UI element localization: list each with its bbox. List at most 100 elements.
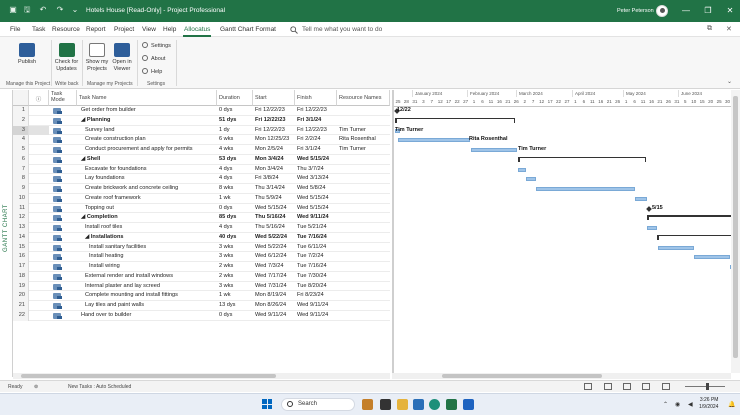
- row-id[interactable]: 16: [13, 252, 29, 262]
- task-name-cell[interactable]: Topping out: [77, 204, 217, 214]
- row-task-mode[interactable]: [49, 165, 77, 175]
- task-bar[interactable]: [518, 167, 526, 172]
- task-name-cell[interactable]: Install roof tiles: [77, 223, 217, 233]
- summary-bar[interactable]: [657, 234, 731, 239]
- row-info[interactable]: [29, 125, 49, 136]
- resource-cell[interactable]: [337, 252, 390, 262]
- team-planner-view-icon[interactable]: [623, 383, 631, 390]
- row-id[interactable]: 7: [13, 164, 29, 175]
- table-row[interactable]: 11 Topping out 0 dys Wed 5/15/24 Wed 5/15/24: [13, 203, 390, 214]
- row-id[interactable]: 20: [13, 291, 29, 301]
- row-info[interactable]: [29, 272, 49, 282]
- grid-scroll-thumb[interactable]: [21, 374, 276, 378]
- duration-cell[interactable]: 1 wk: [217, 291, 253, 301]
- row-info[interactable]: [29, 243, 49, 253]
- gantt-view-icon[interactable]: [584, 383, 592, 390]
- menu-file[interactable]: File: [10, 26, 20, 33]
- summary-bar[interactable]: [395, 117, 515, 122]
- task-name-cell[interactable]: Install sanitary facilities: [77, 243, 217, 253]
- save-icon[interactable]: 🖫: [22, 5, 32, 15]
- zoom-slider[interactable]: [685, 386, 725, 387]
- row-id[interactable]: 18: [13, 271, 29, 282]
- table-row[interactable]: 16 Install heating 3 wks Wed 6/12/24 Tue 7/2…: [13, 252, 390, 262]
- row-task-mode[interactable]: [49, 204, 77, 214]
- outlook-icon[interactable]: [463, 399, 474, 410]
- row-info[interactable]: [29, 262, 49, 272]
- gantt-horizontal-scrollbar[interactable]: [392, 373, 731, 379]
- task-name-cell[interactable]: ◢ Installations: [77, 233, 217, 243]
- table-row[interactable]: 4 Create construction plan 6 wks Mon 12/25/…: [13, 135, 390, 145]
- table-row[interactable]: 17 Install wiring 2 wks Wed 7/3/24 Tue 7/16/…: [13, 262, 390, 272]
- table-row[interactable]: 3 Survey land 1 dy Fri 12/22/23 Fri 12/22/23…: [13, 125, 390, 136]
- task-bar[interactable]: [694, 255, 730, 260]
- redo-icon[interactable]: ↷: [55, 5, 65, 15]
- taskbar-search[interactable]: Search: [281, 398, 355, 411]
- duration-cell[interactable]: 1 dy: [217, 126, 253, 136]
- row-id[interactable]: 14: [13, 232, 29, 243]
- task-name-cell[interactable]: Survey land: [77, 126, 217, 136]
- finish-cell[interactable]: Tue 5/21/24: [295, 223, 337, 233]
- duration-column-header[interactable]: Duration: [217, 90, 253, 106]
- task-name-cell[interactable]: Lay tiles and paint walls: [77, 301, 217, 311]
- tell-me-input[interactable]: Tell me what you want to do: [302, 26, 382, 33]
- table-row[interactable]: 12 ◢ Completion 85 dys Thu 5/16/24 Wed 9/11/…: [13, 213, 390, 223]
- row-info[interactable]: [29, 252, 49, 262]
- task-name-cell[interactable]: Complete mounting and install fittings: [77, 291, 217, 301]
- mail-icon[interactable]: [413, 399, 424, 410]
- file-explorer-icon[interactable]: [397, 399, 408, 410]
- table-row[interactable]: 1 Get order from builder 0 dys Fri 12/22/23…: [13, 106, 390, 116]
- row-task-mode[interactable]: [49, 252, 77, 262]
- row-id[interactable]: 11: [13, 203, 29, 214]
- table-row[interactable]: 22 Hand over to builder 0 dys Wed 9/11/24 We…: [13, 310, 390, 321]
- zoom-slider-thumb[interactable]: [706, 383, 709, 390]
- menu-report[interactable]: Report: [86, 26, 106, 33]
- row-id[interactable]: 4: [13, 135, 29, 145]
- finish-cell[interactable]: Fri 12/22/23: [295, 126, 337, 136]
- resource-cell[interactable]: [337, 174, 390, 184]
- task-name-cell[interactable]: External render and install windows: [77, 272, 217, 282]
- start-cell[interactable]: Wed 5/22/24: [253, 243, 295, 253]
- windows-start-icon[interactable]: [262, 399, 272, 409]
- share-icon[interactable]: ⧉: [707, 25, 712, 33]
- finish-cell[interactable]: Tue 7/2/24: [295, 252, 337, 262]
- restore-button[interactable]: ❐: [702, 5, 714, 17]
- resource-cell[interactable]: Rita Rosenthal: [337, 135, 390, 145]
- task-mode-column-header[interactable]: Task Mode: [49, 90, 77, 106]
- gantt-scroll-thumb[interactable]: [442, 374, 602, 378]
- row-task-mode[interactable]: [49, 155, 77, 165]
- menu-help[interactable]: Help: [163, 26, 176, 33]
- finish-cell[interactable]: Fri 3/1/24: [295, 116, 337, 126]
- duration-cell[interactable]: 2 wks: [217, 272, 253, 282]
- grid-horizontal-scrollbar[interactable]: [13, 373, 390, 379]
- start-cell[interactable]: Mon 3/4/24: [253, 155, 295, 165]
- project-app-icon[interactable]: [446, 399, 457, 410]
- row-info[interactable]: [29, 233, 49, 243]
- table-row[interactable]: 15 Install sanitary facilities 3 wks Wed 5/…: [13, 242, 390, 253]
- open-in-viewer-button[interactable]: Open in Viewer: [109, 43, 135, 72]
- task-name-column-header[interactable]: Task Name: [77, 90, 217, 106]
- menu-project[interactable]: Project: [114, 26, 134, 33]
- resource-cell[interactable]: [337, 311, 390, 321]
- row-info[interactable]: [29, 204, 49, 214]
- resource-cell[interactable]: [337, 223, 390, 233]
- resource-cell[interactable]: [337, 282, 390, 292]
- menu-view[interactable]: View: [142, 26, 156, 33]
- finish-cell[interactable]: Fri 3/1/24: [295, 145, 337, 155]
- finish-cell[interactable]: Tue 6/11/24: [295, 243, 337, 253]
- new-tasks-mode[interactable]: New Tasks : Auto Scheduled: [68, 384, 131, 390]
- resource-cell[interactable]: [337, 262, 390, 272]
- summary-bar[interactable]: [647, 215, 731, 219]
- duration-cell[interactable]: 8 wks: [217, 184, 253, 194]
- row-task-mode[interactable]: [49, 262, 77, 272]
- row-task-mode[interactable]: [49, 174, 77, 184]
- tray-chevron-icon[interactable]: ⌃: [663, 401, 668, 408]
- info-column-header[interactable]: ⓘ: [29, 90, 49, 106]
- widgets-icon[interactable]: [362, 399, 373, 410]
- task-bar[interactable]: [398, 138, 470, 143]
- about-button[interactable]: About: [142, 55, 165, 62]
- resource-cell[interactable]: [337, 106, 390, 116]
- task-name-cell[interactable]: Install wiring: [77, 262, 217, 272]
- duration-cell[interactable]: 2 wks: [217, 262, 253, 272]
- duration-cell[interactable]: 0 dys: [217, 204, 253, 214]
- table-row[interactable]: 13 Install roof tiles 4 dys Thu 5/16/24 Tue …: [13, 223, 390, 233]
